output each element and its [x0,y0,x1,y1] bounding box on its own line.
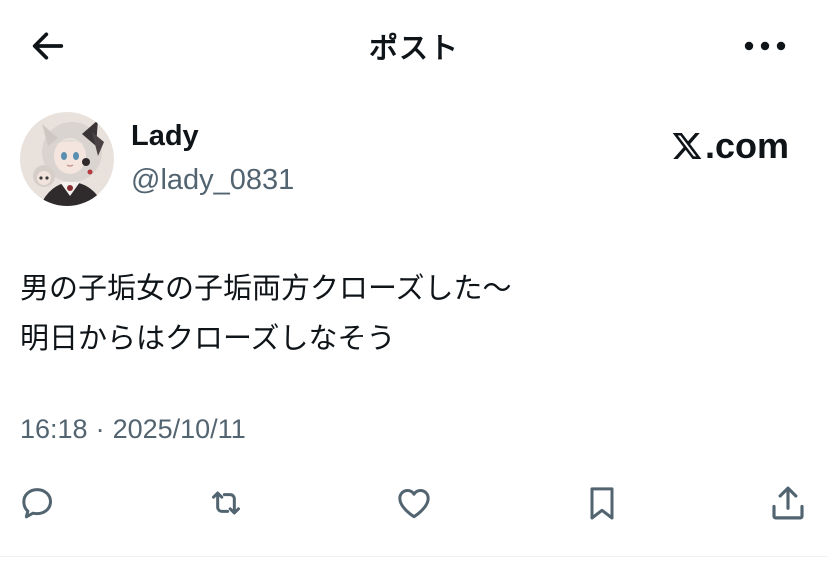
author-handle[interactable]: @lady_0831 [131,164,294,197]
post-text-line-1: 男の子垢女の子垢両方クローズした〜 [20,271,512,305]
bookmark-button[interactable] [580,478,624,528]
heart-icon [398,489,430,519]
post-header: ポスト [0,0,828,90]
repost-arrows-icon [212,491,240,515]
post-time: 16:18 [20,414,88,444]
like-button[interactable] [392,478,436,528]
xcom-watermark: .com [671,125,790,166]
meta-separator: · [95,414,105,444]
bookmark-icon [590,487,614,520]
post-timestamp[interactable]: 16:18 · 2025/10/11 [20,414,246,445]
share-button[interactable] [766,478,810,528]
reply-button[interactable] [16,478,60,528]
post-author: Lady @lady_0831 .com [20,112,810,212]
more-horizontal-icon [744,41,786,51]
more-options-button[interactable] [740,26,790,66]
post-body: 男の子垢女の子垢両方クローズした〜 明日からはクローズしなそう [20,263,810,363]
x-logo-icon [672,133,702,159]
xcom-text: .com [705,125,790,166]
avatar[interactable] [20,112,114,206]
page-title: ポスト [368,31,459,65]
post-actions-bar [0,478,828,528]
author-display-name[interactable]: Lady [131,120,199,153]
repost-button[interactable] [204,478,248,528]
post-date: 2025/10/11 [112,414,246,444]
share-upload-icon [772,486,804,520]
anime-girl-avatar-icon [20,112,114,206]
speech-bubble-icon [22,488,52,519]
post-text-line-2: 明日からはクローズしなそう [20,321,396,355]
bottom-divider [0,556,828,557]
